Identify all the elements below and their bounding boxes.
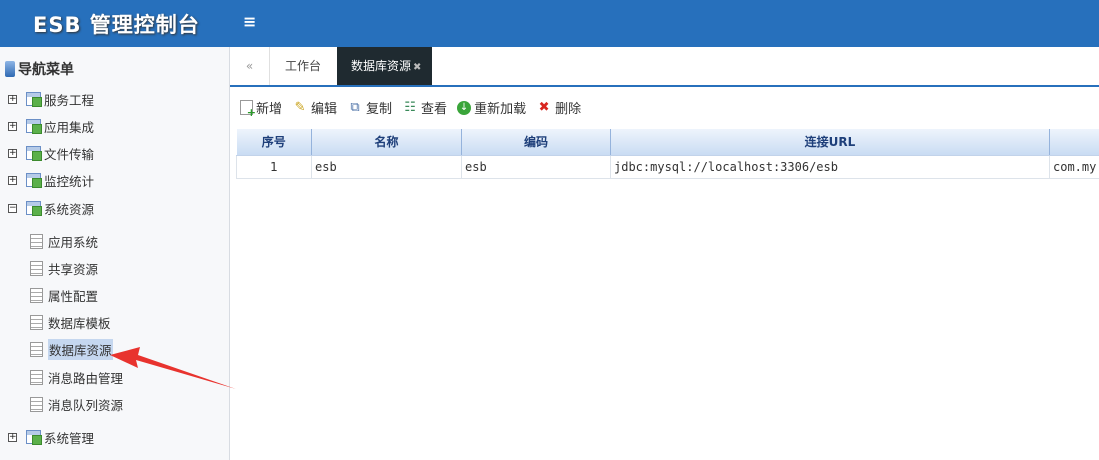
add-button[interactable]: + 新增 <box>240 98 282 118</box>
sidebar-item-label: 消息路由管理 <box>48 370 124 386</box>
delete-button[interactable]: ✖ 删除 <box>536 98 581 118</box>
pencil-icon: ✎ <box>294 99 306 115</box>
table-cell: esb <box>311 154 462 179</box>
sidebar-item[interactable]: + 文件传输 <box>0 141 229 165</box>
toolbar: + 新增 ✎ 编辑 ⧉ 复制 ☷ 查看 ↓ 重新加载 ✖ 删除 <box>240 98 581 118</box>
expand-icon[interactable]: + <box>8 148 17 158</box>
tab-bar: « 工作台 数据库资源 ✖ <box>230 47 1099 87</box>
close-icon[interactable]: ✖ <box>413 62 421 73</box>
tab-workbench[interactable]: 工作台 <box>271 47 337 85</box>
reload-icon: ↓ <box>457 100 472 115</box>
sidebar-item[interactable]: 数据库资源 <box>0 337 229 361</box>
table-cell: esb <box>461 154 611 179</box>
data-table: 序号 名称 编码 连接URL 1 esb esb jdbc:mysql://lo… <box>236 129 1099 179</box>
add-icon: + <box>240 100 256 118</box>
sidebar-item[interactable]: 数据库模板 <box>0 310 229 334</box>
table-header-row: 序号 名称 编码 连接URL <box>236 129 1099 156</box>
folder-icon <box>26 92 42 107</box>
document-icon <box>30 314 43 330</box>
app-title: ESB 管理控制台 <box>33 13 200 37</box>
sidebar-item-label: 消息队列资源 <box>48 397 124 413</box>
document-icon <box>30 260 43 276</box>
expand-icon[interactable]: + <box>8 175 17 185</box>
sidebar-item[interactable]: 消息队列资源 <box>0 392 229 416</box>
list-icon: ☷ <box>404 99 416 115</box>
copy-button[interactable]: ⧉ 复制 <box>347 98 392 118</box>
sidebar-item-label: 服务工程 <box>44 92 95 108</box>
table-cell: com.my <box>1049 154 1099 179</box>
sidebar-item-label: 系统资源 <box>44 201 95 217</box>
column-header[interactable]: 连接URL <box>610 129 1050 156</box>
sidebar-item-label: 系统管理 <box>44 430 95 446</box>
sidebar-item[interactable]: 消息路由管理 <box>0 365 229 389</box>
sidebar-item[interactable]: 属性配置 <box>0 283 229 307</box>
column-header[interactable]: 序号 <box>236 129 312 156</box>
delete-icon: ✖ <box>538 99 550 115</box>
app-header: ESB 管理控制台 ≡ <box>0 0 1099 47</box>
expand-icon[interactable]: + <box>8 121 17 131</box>
sidebar-item-label: 应用集成 <box>44 119 95 135</box>
view-button[interactable]: ☷ 查看 <box>402 98 447 118</box>
folder-icon <box>26 146 42 161</box>
sidebar-item[interactable]: + 系统管理 <box>0 425 229 449</box>
sidebar-item-label: 数据库模板 <box>48 315 111 331</box>
column-header[interactable]: 编码 <box>461 129 611 156</box>
expand-icon[interactable]: + <box>8 94 17 104</box>
sidebar-item-label: 属性配置 <box>48 288 99 304</box>
document-icon <box>30 341 43 357</box>
table-row[interactable]: 1 esb esb jdbc:mysql://localhost:3306/es… <box>236 154 1099 179</box>
sidebar-item-label: 数据库资源 <box>48 338 113 360</box>
column-header[interactable]: 名称 <box>311 129 462 156</box>
expand-icon[interactable]: + <box>8 432 17 442</box>
document-icon <box>30 396 43 412</box>
table-cell: jdbc:mysql://localhost:3306/esb <box>610 154 1050 179</box>
sidebar-item[interactable]: + 应用集成 <box>0 114 229 138</box>
document-icon <box>30 233 43 249</box>
sidebar-item[interactable]: − 系统资源 <box>0 196 229 220</box>
tab-database-resource[interactable]: 数据库资源 ✖ <box>337 47 432 85</box>
copy-icon: ⧉ <box>350 99 360 115</box>
document-icon <box>30 369 43 385</box>
sidebar-item-label: 文件传输 <box>44 146 95 162</box>
sidebar-item[interactable]: 共享资源 <box>0 256 229 280</box>
sidebar-item[interactable]: + 服务工程 <box>0 87 229 111</box>
folder-icon <box>26 119 42 134</box>
sidebar-item-label: 应用系统 <box>48 234 99 250</box>
edit-button[interactable]: ✎ 编辑 <box>292 98 337 118</box>
expand-icon[interactable]: − <box>8 203 17 213</box>
table-cell: 1 <box>236 154 312 179</box>
tab-scroll-left-button[interactable]: « <box>230 47 270 85</box>
sidebar-item[interactable]: 应用系统 <box>0 229 229 253</box>
document-icon <box>30 287 43 303</box>
sidebar-item[interactable]: + 监控统计 <box>0 168 229 192</box>
sidebar-item-label: 监控统计 <box>44 173 95 189</box>
folder-icon <box>26 201 42 216</box>
column-header[interactable] <box>1049 129 1099 156</box>
folder-icon <box>26 173 42 188</box>
navigation-icon <box>5 61 15 77</box>
folder-icon <box>26 430 42 445</box>
sidebar: 导航菜单 + 服务工程 + 应用集成 + 文件传输 + 监控统计 − 系统资源应用系统共享资源属性… <box>0 47 230 460</box>
sidebar-item-label: 共享资源 <box>48 261 99 277</box>
menu-toggle-icon[interactable]: ≡ <box>243 12 256 31</box>
reload-button[interactable]: ↓ 重新加载 <box>457 98 526 117</box>
sidebar-title: 导航菜单 <box>5 59 74 79</box>
